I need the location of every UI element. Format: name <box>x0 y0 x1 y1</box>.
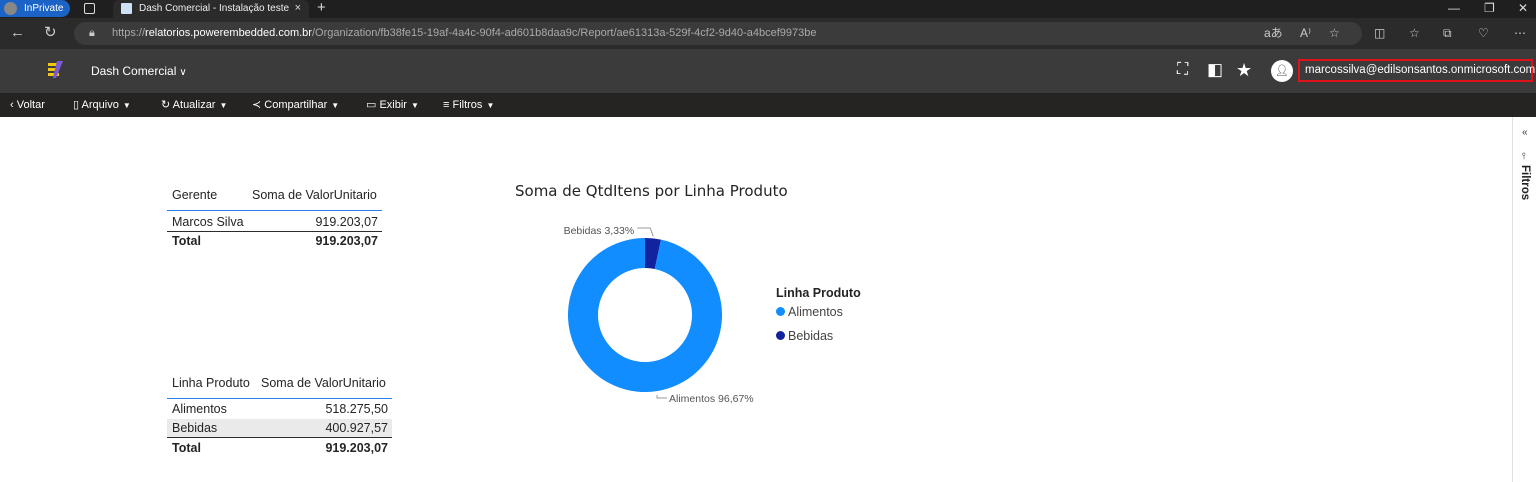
report-toolbar: ‹ Voltar ▯ Arquivo ▼ ↻ Atualizar ▼ ≺ Compa… <box>0 93 1536 117</box>
view-menu[interactable]: ▭ Exibir ▼ <box>366 93 419 118</box>
donut-chart[interactable]: Bebidas 3,33% Alimentos 96,67% <box>500 205 920 430</box>
header-rule <box>167 398 392 399</box>
total-value: 919.203,07 <box>315 234 378 248</box>
data-label-bebidas: Bebidas 3,33% <box>564 225 635 237</box>
browser-tab[interactable]: Dash Comercial - Instalação teste × <box>113 0 309 18</box>
inprivate-badge[interactable]: InPrivate <box>0 0 70 17</box>
donut-slice-alimentos[interactable] <box>568 238 722 392</box>
legend-title: Linha Produto <box>776 286 861 300</box>
window-close-icon[interactable]: ✕ <box>1518 0 1528 17</box>
column-header[interactable]: Gerente <box>172 188 217 202</box>
refresh-menu[interactable]: ↻ Atualizar ▼ <box>161 93 227 118</box>
address-bar: ← ↻ 🔒︎ https://relatorios.powerembedded.… <box>0 18 1536 49</box>
translate-icon[interactable]: aあ <box>1264 22 1283 45</box>
total-label: Total <box>172 234 201 248</box>
favorite-star-icon[interactable]: ☆ <box>1329 22 1340 45</box>
caret-down-icon: ▼ <box>410 101 419 110</box>
total-value: 919.203,07 <box>325 441 388 455</box>
back-arrow-icon[interactable]: ← <box>10 24 25 42</box>
legend-label: Alimentos <box>788 305 843 319</box>
app-header: Dash Comercial ∨ ⛶ ◧ ★ 👤︎ marcossilva@edi… <box>0 49 1536 93</box>
fullscreen-icon[interactable]: ⛶ <box>1177 60 1188 80</box>
url-scheme: https:// <box>112 27 146 39</box>
filters-pane[interactable]: « ⫯ Filtros <box>1512 117 1536 482</box>
share-icon: ≺ <box>252 99 265 111</box>
report-title: Dash Comercial <box>91 64 177 78</box>
tab-close-icon[interactable]: × <box>295 0 301 17</box>
read-aloud-icon[interactable]: A⁾ <box>1300 22 1311 45</box>
legend-item-alimentos[interactable]: Alimentos <box>776 305 843 319</box>
minimize-icon[interactable]: — <box>1448 0 1460 17</box>
data-label-alimentos: Alimentos 96,67% <box>669 393 754 405</box>
caret-down-icon: ▼ <box>122 101 131 110</box>
table-cell: 400.927,57 <box>325 421 388 435</box>
browser-tab-strip: InPrivate Dash Comercial - Instalação te… <box>0 0 1536 18</box>
view-icon: ▭ <box>366 99 380 111</box>
column-header[interactable]: Soma de ValorUnitario <box>252 188 377 202</box>
more-options-icon[interactable]: ⋯ <box>1514 22 1526 45</box>
view-label: Exibir <box>379 99 407 111</box>
report-title-dropdown[interactable]: Dash Comercial ∨ <box>91 63 187 81</box>
heart-icon[interactable]: ♡ <box>1478 22 1489 45</box>
table-cell: 919.203,07 <box>315 215 378 229</box>
tab-actions-icon[interactable] <box>84 3 95 14</box>
collections-icon[interactable]: ⧉ <box>1443 22 1452 45</box>
filters-pane-label: Filtros <box>1519 165 1531 201</box>
share-label: Compartilhar <box>264 99 328 111</box>
file-label: Arquivo <box>81 99 119 111</box>
user-email[interactable]: marcossilva@edilsonsantos.onmicrosoft.co… <box>1298 59 1535 82</box>
legend-label: Bebidas <box>788 329 834 343</box>
favorites-icon[interactable]: ☆ <box>1409 22 1420 45</box>
chart-title: Soma de QtdItens por Linha Produto <box>515 182 788 200</box>
legend-dot-icon <box>776 331 785 340</box>
file-menu[interactable]: ▯ Arquivo ▼ <box>73 93 131 118</box>
url-path: /Organization/fb38fe15-19af-4a4c-90f4-ad… <box>311 27 817 39</box>
refresh-icon: ↻ <box>161 99 173 111</box>
header-rule <box>167 210 382 211</box>
chevron-down-icon: ∨ <box>179 67 187 78</box>
table-cell: 518.275,50 <box>325 402 388 416</box>
leader-line-alimentos <box>656 395 667 399</box>
refresh-label: Atualizar <box>172 99 216 111</box>
caret-down-icon: ▼ <box>331 101 340 110</box>
table-cell: Bebidas <box>172 421 218 435</box>
column-header[interactable]: Linha Produto <box>172 376 250 390</box>
file-icon: ▯ <box>73 99 82 111</box>
panel-toggle-icon[interactable]: ◧ <box>1207 60 1223 80</box>
tab-favicon-icon <box>121 3 132 14</box>
profile-icon <box>4 2 17 15</box>
share-menu[interactable]: ≺ Compartilhar ▼ <box>252 93 339 118</box>
lock-icon: 🔒︎ <box>89 27 95 39</box>
column-header[interactable]: Soma de ValorUnitario <box>261 376 386 390</box>
restore-icon[interactable]: ❐ <box>1484 0 1495 17</box>
leader-line-bebidas <box>637 227 654 237</box>
filter-icon: ⫯ <box>1522 151 1526 161</box>
caret-down-icon: ▼ <box>486 101 495 110</box>
inprivate-label: InPrivate <box>24 3 64 14</box>
expand-chevron-icon[interactable]: « <box>1522 127 1528 138</box>
reload-icon[interactable]: ↻ <box>44 24 57 42</box>
legend-item-bebidas[interactable]: Bebidas <box>776 329 833 343</box>
star-icon[interactable]: ★ <box>1236 60 1252 80</box>
app-logo-icon <box>48 61 63 78</box>
legend-dot-icon <box>776 307 785 316</box>
filters-label: Filtros <box>452 99 483 111</box>
url-field[interactable]: 🔒︎ https://relatorios.powerembedded.com.… <box>74 22 1362 45</box>
chevron-left-icon: ‹ <box>10 99 17 111</box>
total-rule <box>167 437 392 438</box>
filters-menu[interactable]: ≡ Filtros ▼ <box>443 93 494 118</box>
total-label: Total <box>172 441 201 455</box>
new-tab-button[interactable]: + <box>317 0 326 16</box>
back-button[interactable]: ‹ Voltar <box>10 93 45 117</box>
split-screen-icon[interactable]: ◫ <box>1374 22 1385 45</box>
user-avatar-icon[interactable]: 👤︎ <box>1271 60 1293 82</box>
caret-down-icon: ▼ <box>219 101 228 110</box>
table-cell: Marcos Silva <box>172 215 244 229</box>
table-cell: Alimentos <box>172 402 227 416</box>
back-label: Voltar <box>16 99 45 111</box>
tab-title: Dash Comercial - Instalação teste <box>139 3 290 14</box>
url-host: relatorios.powerembedded.com.br <box>145 27 312 39</box>
